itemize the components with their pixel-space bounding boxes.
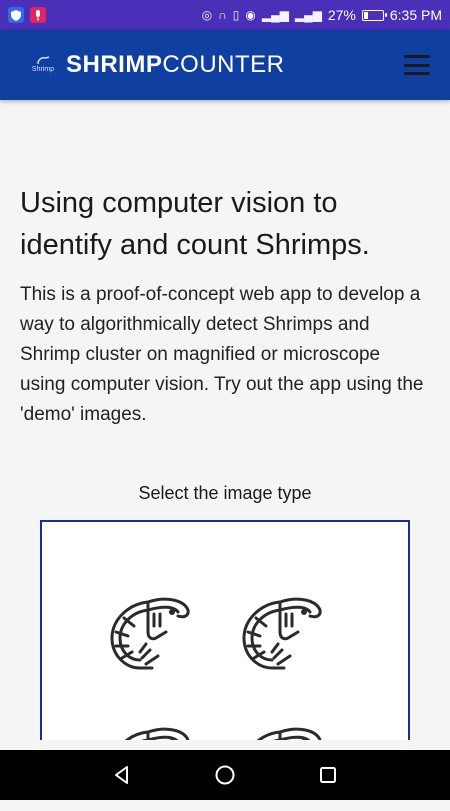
signal-icon-2: ▂▄▆ [294,8,322,22]
hotspot-icon: ◎ [201,8,213,22]
brand-light: COUNTER [162,51,285,78]
battery-icon [361,9,387,21]
shield-icon [8,7,24,23]
home-icon[interactable] [214,764,236,786]
system-nav-bar [0,750,450,800]
microphone-icon [30,7,46,23]
back-icon[interactable] [111,764,133,786]
shrimp-icon[interactable] [108,592,192,676]
image-type-selector[interactable] [40,520,410,800]
nav-separator [0,740,450,750]
clock: 6:35 PM [389,7,442,23]
eye-icon: ◉ [245,8,256,22]
main-content: Using computer vision to identify and co… [0,100,450,800]
recents-icon[interactable] [317,764,339,786]
logo-shrimp-icon [37,56,50,65]
logo-text: Shrimp [31,66,55,73]
headphones-icon: ∩ [218,8,227,22]
brand-bold: SHRIMP [66,51,163,78]
status-indicators: ◎ ∩ ▯ ◉ ▂▄▆ ▂▄▆ 27% 6:35 PM [202,7,442,23]
app-logo[interactable]: Shrimp [28,54,58,76]
battery-percent: 27% [327,7,356,23]
app-title: SHRIMPCOUNTER [66,51,285,79]
page-headline: Using computer vision to identify and co… [20,187,370,261]
status-notifications [8,7,46,23]
status-bar: ◎ ∩ ▯ ◉ ▂▄▆ ▂▄▆ 27% 6:35 PM [0,0,450,30]
app-bar: Shrimp SHRIMPCOUNTER [0,30,450,100]
signal-icon: ▂▄▆ [261,8,289,22]
vibrate-icon: ▯ [232,8,240,22]
select-image-type-label: Select the image type [138,483,312,503]
intro-paragraph: This is a proof-of-concept web app to de… [20,284,424,425]
shrimp-icon[interactable] [240,592,324,676]
hamburger-menu-icon[interactable] [404,55,430,75]
